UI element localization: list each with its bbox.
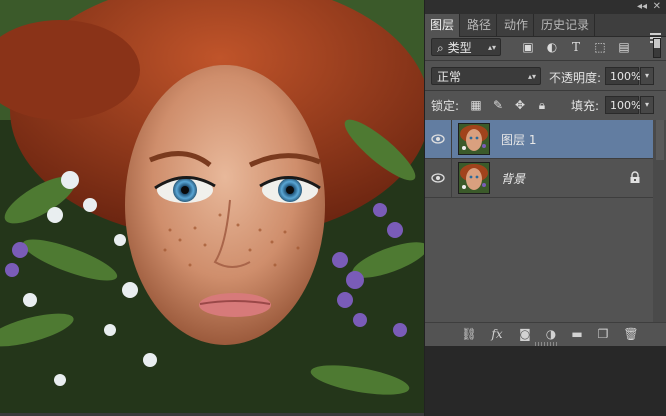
layer-name[interactable]: 背景 (501, 170, 525, 187)
layer-thumbnail[interactable] (458, 123, 490, 155)
layer-name[interactable]: 图层 1 (501, 131, 536, 148)
layer-thumbnail[interactable] (458, 162, 490, 194)
layer-list-scrollbar[interactable] (653, 120, 666, 322)
layer-row-background[interactable]: 背景 (425, 159, 653, 198)
blend-mode-value: 正常 (437, 70, 462, 84)
photo-image (0, 0, 424, 416)
close-panel-icon[interactable]: ✕ (653, 1, 661, 13)
shape-filter-icon[interactable]: ⬚ (593, 40, 607, 54)
tab-layers[interactable]: 图层 (425, 14, 461, 37)
lock-position-icon[interactable]: ✥ (513, 98, 527, 112)
collapse-panel-icon[interactable]: ◂◂ (637, 1, 647, 13)
layers-panel: ◂◂ ✕ 图层 路径 动作 历史记录 ⌕ 类型 ▴▾ ▣ ◐ T ⬚ ▤ 正常 … (424, 0, 666, 416)
visibility-eye-icon[interactable] (431, 171, 445, 185)
divider (425, 90, 666, 91)
add-mask-icon[interactable]: ◙ (517, 326, 533, 342)
fill-slider-toggle[interactable]: ▾ (640, 96, 654, 114)
new-group-icon[interactable]: ▬ (569, 326, 585, 342)
layer-locked-icon (630, 171, 640, 183)
lock-transparent-pixels-icon[interactable]: ▦ (469, 98, 483, 112)
fill-field[interactable]: 100% (605, 96, 641, 114)
lock-all-icon[interactable]: 🔒︎ (535, 98, 549, 112)
lock-label: 锁定: (431, 99, 460, 113)
search-icon: ⌕ (437, 41, 444, 55)
adjustment-layer-icon[interactable]: ◑ (543, 326, 559, 342)
panel-title-bar: ◂◂ ✕ (425, 0, 666, 14)
opacity-field[interactable]: 100% (605, 67, 641, 85)
document-canvas[interactable] (0, 0, 424, 416)
delete-layer-icon[interactable]: 🗑︎ (623, 326, 639, 342)
link-layers-icon[interactable]: ⛓ (461, 326, 477, 342)
layer-row-layer-1[interactable]: 图层 1 (425, 120, 653, 159)
dropdown-arrow-icon: ▴▾ (487, 43, 496, 52)
column-divider (451, 120, 452, 158)
panel-tabs: 图层 路径 动作 历史记录 (425, 14, 666, 43)
empty-panel-area (425, 346, 666, 416)
layer-list: 图层 1 背景 (425, 120, 666, 322)
tab-history[interactable]: 历史记录 (536, 14, 596, 36)
adjustment-filter-icon[interactable]: ◐ (545, 40, 559, 54)
smart-object-filter-icon[interactable]: ▤ (617, 40, 631, 54)
layer-filter-label: 类型 (447, 41, 472, 55)
layer-filter-dropdown[interactable]: ⌕ 类型 ▴▾ (431, 38, 501, 56)
tab-paths[interactable]: 路径 (462, 14, 498, 36)
blend-mode-dropdown[interactable]: 正常 ▴▾ (431, 67, 541, 85)
lock-image-pixels-icon[interactable]: ✎ (491, 98, 505, 112)
new-layer-icon[interactable]: ❐ (595, 326, 611, 342)
divider (425, 60, 666, 61)
fx-icon[interactable]: fx (489, 326, 505, 342)
image-filter-icon[interactable]: ▣ (521, 40, 535, 54)
opacity-label: 不透明度: (549, 71, 602, 85)
tab-actions[interactable]: 动作 (499, 14, 535, 36)
visibility-eye-icon[interactable] (431, 132, 445, 146)
dropdown-arrow-icon: ▴▾ (527, 72, 536, 81)
opacity-slider-toggle[interactable]: ▾ (640, 67, 654, 85)
filter-toggle-switch[interactable] (653, 38, 661, 58)
fill-label: 填充: (571, 99, 600, 113)
type-filter-icon[interactable]: T (569, 40, 583, 54)
column-divider (451, 159, 452, 197)
